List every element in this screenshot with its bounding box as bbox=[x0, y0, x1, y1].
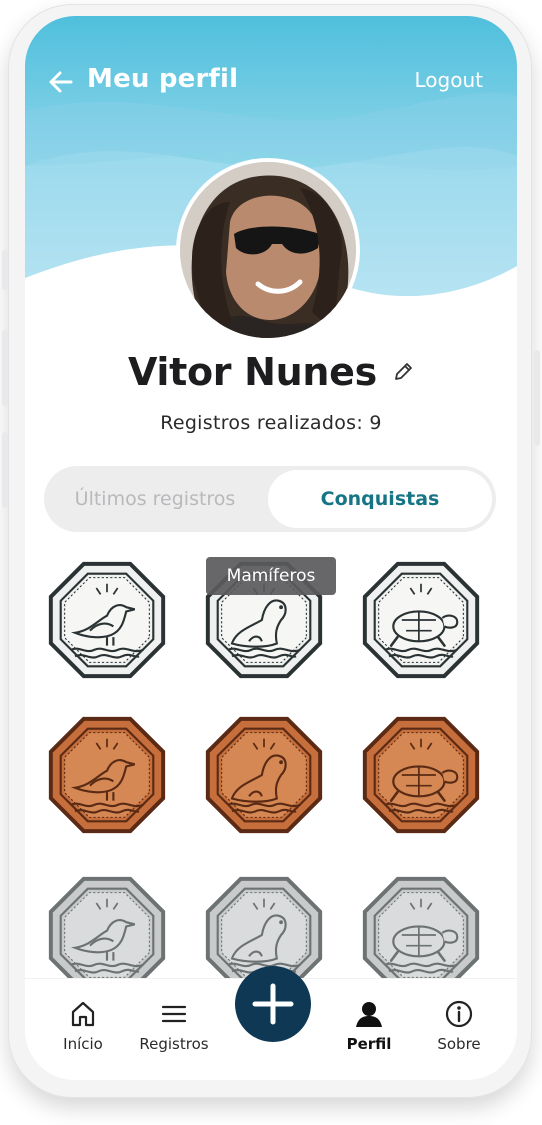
achievement-badge-bird-bronze[interactable] bbox=[43, 711, 171, 839]
achievement-badge-turtle-platinum[interactable] bbox=[357, 556, 485, 684]
nav-profile-label: Perfil bbox=[346, 1035, 392, 1053]
nav-profile[interactable]: Perfil bbox=[323, 999, 415, 1053]
profile-name: Vitor Nunes bbox=[127, 350, 377, 394]
add-record-button[interactable] bbox=[235, 966, 311, 1042]
plus-icon bbox=[252, 983, 294, 1025]
achievement-badge-seal-bronze[interactable] bbox=[200, 711, 328, 839]
menu-icon bbox=[161, 1005, 187, 1023]
achievement-badge-turtle-bronze[interactable] bbox=[357, 711, 485, 839]
badge-tooltip: Mamíferos bbox=[206, 557, 336, 595]
arrow-left-icon[interactable] bbox=[47, 68, 75, 96]
volume-button bbox=[2, 250, 8, 290]
avatar bbox=[180, 162, 356, 338]
pencil-icon[interactable] bbox=[392, 361, 414, 383]
nav-about[interactable]: Sobre bbox=[413, 999, 505, 1053]
profile-name-row: Vitor Nunes bbox=[25, 350, 517, 394]
power-button bbox=[534, 350, 540, 446]
person-icon bbox=[356, 1002, 382, 1027]
nav-home[interactable]: Início bbox=[37, 999, 129, 1053]
volume-up-button bbox=[2, 330, 8, 406]
volume-down-button bbox=[2, 432, 8, 508]
achievements-grid bbox=[25, 556, 517, 994]
achievement-badge-bird-platinum[interactable] bbox=[43, 556, 171, 684]
home-icon bbox=[71, 1001, 95, 1027]
nav-records-label: Registros bbox=[139, 1035, 209, 1053]
app-screen: Meu perfil Logout Vitor Nunes Registros … bbox=[25, 16, 517, 1080]
records-count: Registros realizados: 9 bbox=[160, 412, 382, 434]
avatar-frame bbox=[176, 158, 360, 342]
tab-switcher: Últimos registros Conquistas bbox=[44, 466, 496, 532]
info-icon bbox=[445, 1000, 473, 1028]
nav-home-label: Início bbox=[63, 1035, 103, 1053]
tab-achievements[interactable]: Conquistas bbox=[268, 470, 492, 528]
logout-button[interactable]: Logout bbox=[415, 68, 483, 92]
tab-latest-records[interactable]: Últimos registros bbox=[44, 466, 266, 532]
nav-records[interactable]: Registros bbox=[128, 999, 220, 1053]
page-title: Meu perfil bbox=[87, 64, 239, 94]
nav-about-label: Sobre bbox=[437, 1035, 481, 1053]
